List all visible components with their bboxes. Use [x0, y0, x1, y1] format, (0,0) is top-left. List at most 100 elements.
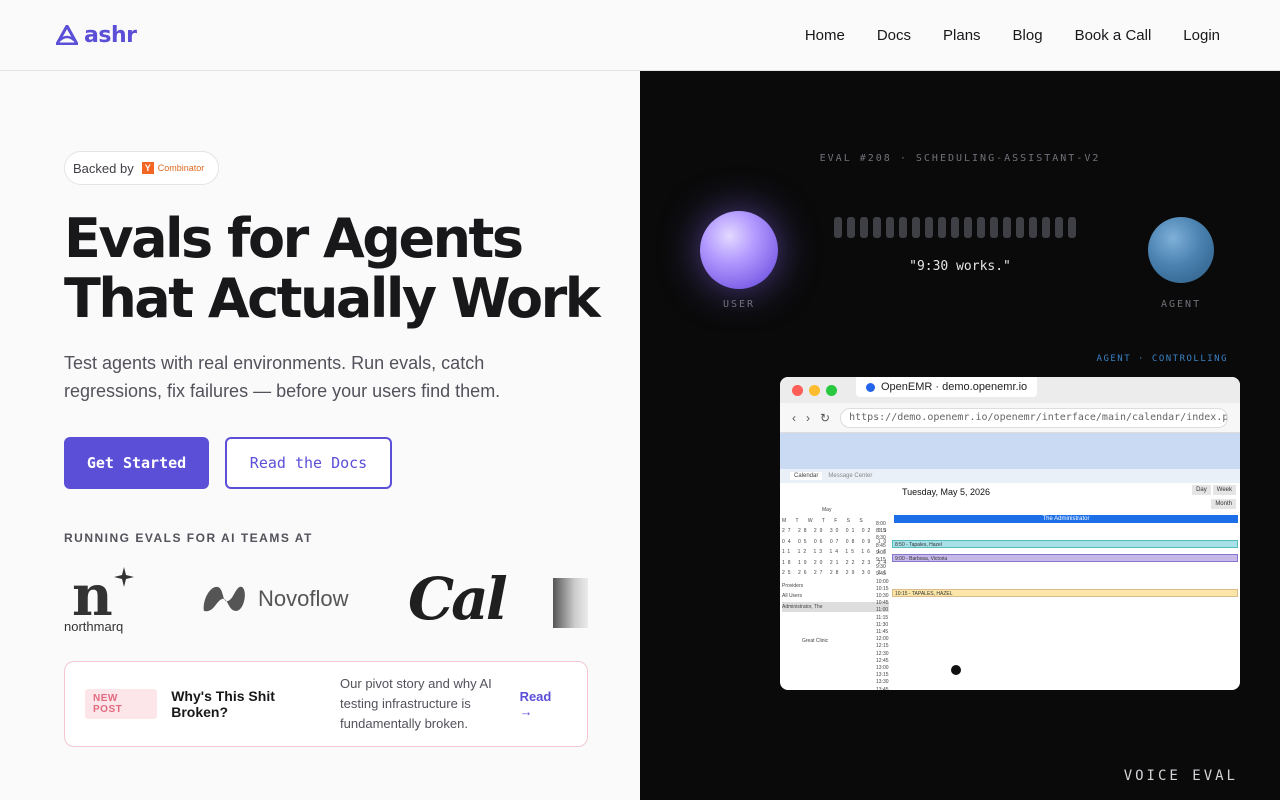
nav-link-book-call[interactable]: Book a Call [1075, 27, 1152, 44]
cal-logo: Cal [408, 565, 508, 633]
hero-panel: Backed by Y Combinator Evals for Agents … [0, 71, 640, 800]
tab-title: OpenEMR · demo.openemr.io [881, 381, 1028, 393]
novoflow-wordmark: Novoflow [258, 586, 349, 611]
waveform-bar [938, 217, 946, 238]
time-slot-label: 8:00 [876, 521, 886, 527]
waveform-bar [1068, 217, 1076, 238]
brand-name: ashr [84, 22, 137, 48]
address-bar[interactable]: https://demo.openemr.io/openemr/interfac… [840, 407, 1228, 428]
back-icon[interactable]: ‹ [792, 411, 796, 425]
day-view-button[interactable]: Day [1192, 485, 1211, 495]
nav-link-home[interactable]: Home [805, 27, 845, 44]
calendar-view: May M T W T F S S 27 28 29 30 01 02 03 0… [780, 483, 1240, 690]
new-post-banner[interactable]: NEW POST Why's This Shit Broken? Our piv… [64, 661, 588, 747]
waveform-bar [912, 217, 920, 238]
url-text: https://demo.openemr.io/openemr/interfac… [849, 412, 1228, 423]
time-slot-label: 10:30 [876, 593, 889, 600]
top-nav: ashr Home Docs Plans Blog Book a Call Lo… [0, 0, 1280, 71]
post-read-link[interactable]: Read → [520, 689, 567, 719]
demo-panel: EVAL #208 · SCHEDULING-ASSISTANT-V2 USER… [640, 71, 1280, 800]
voice-eval-label: VOICE EVAL [1123, 768, 1238, 784]
browser-tab[interactable]: OpenEMR · demo.openemr.io [856, 377, 1038, 397]
emr-tab-calendar[interactable]: Calendar [790, 472, 823, 480]
hero-title-line-2: That Actually Work [64, 267, 601, 330]
provider-header: The Administrator [894, 515, 1238, 523]
hero-title-line-1: Evals for Agents [64, 207, 524, 270]
browser-toolbar: ‹ › ↻ https://demo.openemr.io/openemr/in… [780, 403, 1240, 433]
emr-tab-message-center[interactable]: Message Center [828, 473, 872, 479]
agent-orb [1148, 217, 1214, 283]
forward-icon[interactable]: › [806, 411, 810, 425]
provider-administrator[interactable]: Administrator, The [782, 601, 890, 612]
waveform-bar [860, 217, 868, 238]
time-slot-label: 12:15 [876, 643, 889, 650]
waveform-bar [834, 217, 842, 238]
new-post-badge: NEW POST [85, 689, 158, 719]
agent-controlling-label: AGENT · CONTROLLING [1096, 354, 1228, 364]
nav-link-docs[interactable]: Docs [877, 27, 911, 44]
time-slot-label: 9:00 [876, 549, 886, 556]
time-slot-label: 8:15 [876, 528, 886, 535]
waveform-bar [1029, 217, 1037, 238]
waveform-bar [1055, 217, 1063, 238]
waveform-bar [925, 217, 933, 238]
time-slot-label: 11:45 [876, 629, 889, 636]
appointment-1[interactable]: 8:50 - Tapales, Hazel [892, 540, 1238, 548]
emr-header [780, 433, 1240, 469]
ashr-logo-icon [56, 25, 78, 45]
nav-link-plans[interactable]: Plans [943, 27, 981, 44]
time-slot-label: 11:15 [876, 614, 889, 621]
time-slot-label: 13:00 [876, 665, 889, 672]
novoflow-logo: Novoflow [200, 581, 348, 617]
user-label: USER [723, 299, 756, 310]
calendar-date: Tuesday, May 5, 2026 [902, 487, 991, 497]
waveform-bar [1042, 217, 1050, 238]
northmarq-wordmark: northmarq [64, 619, 124, 634]
maximize-dot-icon[interactable] [826, 384, 837, 396]
browser-window: OpenEMR · demo.openemr.io ‹ › ↻ https://… [780, 377, 1240, 690]
waveform-bar [951, 217, 959, 238]
hero-title: Evals for Agents That Actually Work [64, 209, 624, 329]
waveform-bar [964, 217, 972, 238]
nav-link-blog[interactable]: Blog [1013, 27, 1043, 44]
minimize-dot-icon[interactable] [809, 384, 820, 396]
month-view-button[interactable]: Month [1211, 499, 1236, 509]
yc-name: Combinator [157, 163, 205, 173]
backed-by-badge[interactable]: Backed by Y Combinator [64, 151, 220, 185]
get-started-button[interactable]: Get Started [64, 437, 209, 489]
appointment-3[interactable]: 10:15 - TAPALES, HAZEL [892, 589, 1238, 597]
agent-label: AGENT [1161, 299, 1202, 310]
time-slot-label: 12:45 [876, 657, 889, 664]
time-slot-label: 9:30 [876, 564, 886, 571]
cal-wordmark: Cal [408, 565, 508, 633]
waveform-bar [977, 217, 985, 238]
week-view-button[interactable]: Week [1212, 485, 1236, 495]
read-docs-button[interactable]: Read the Docs [225, 437, 392, 489]
brand-logo[interactable]: ashr [56, 22, 137, 48]
time-slot-label: 8:45 [876, 542, 886, 549]
appointment-2[interactable]: 9:00 - Barbosa, Victoria [892, 554, 1238, 562]
time-slot-label: 10:15 [876, 585, 889, 592]
waveform-bar [1003, 217, 1011, 238]
novoflow-icon [203, 586, 245, 612]
mini-calendar: May M T W T F S S 27 28 29 30 01 02 03 0… [782, 505, 890, 647]
time-slot-label: 13:30 [876, 679, 889, 686]
time-column: 8:00 8:15 8:30 8:45 9:00 9:15 9:30 9:45 10:00 10:… [876, 521, 889, 690]
time-slot-label: 10:45 [876, 600, 889, 607]
user-orb [700, 211, 778, 289]
close-dot-icon[interactable] [792, 384, 803, 396]
post-description: Our pivot story and why AI testing infra… [340, 676, 492, 731]
provider-all-users[interactable]: All Users [782, 591, 889, 602]
time-slot-label: 12:00 [876, 636, 889, 643]
nav-links: Home Docs Plans Blog Book a Call Login [805, 27, 1220, 44]
reload-icon[interactable]: ↻ [820, 411, 830, 425]
waveform-bar [1016, 217, 1024, 238]
time-slot-label: 13:15 [876, 672, 889, 679]
nav-link-login[interactable]: Login [1183, 27, 1220, 44]
mini-month: May [822, 507, 832, 513]
yc-icon: Y [141, 162, 154, 174]
time-slot-label: 10:00 [876, 578, 889, 585]
waveform-bar [847, 217, 855, 238]
time-slot-label: 9:45 [876, 571, 886, 578]
facility-label: Great Clinic [802, 638, 829, 644]
